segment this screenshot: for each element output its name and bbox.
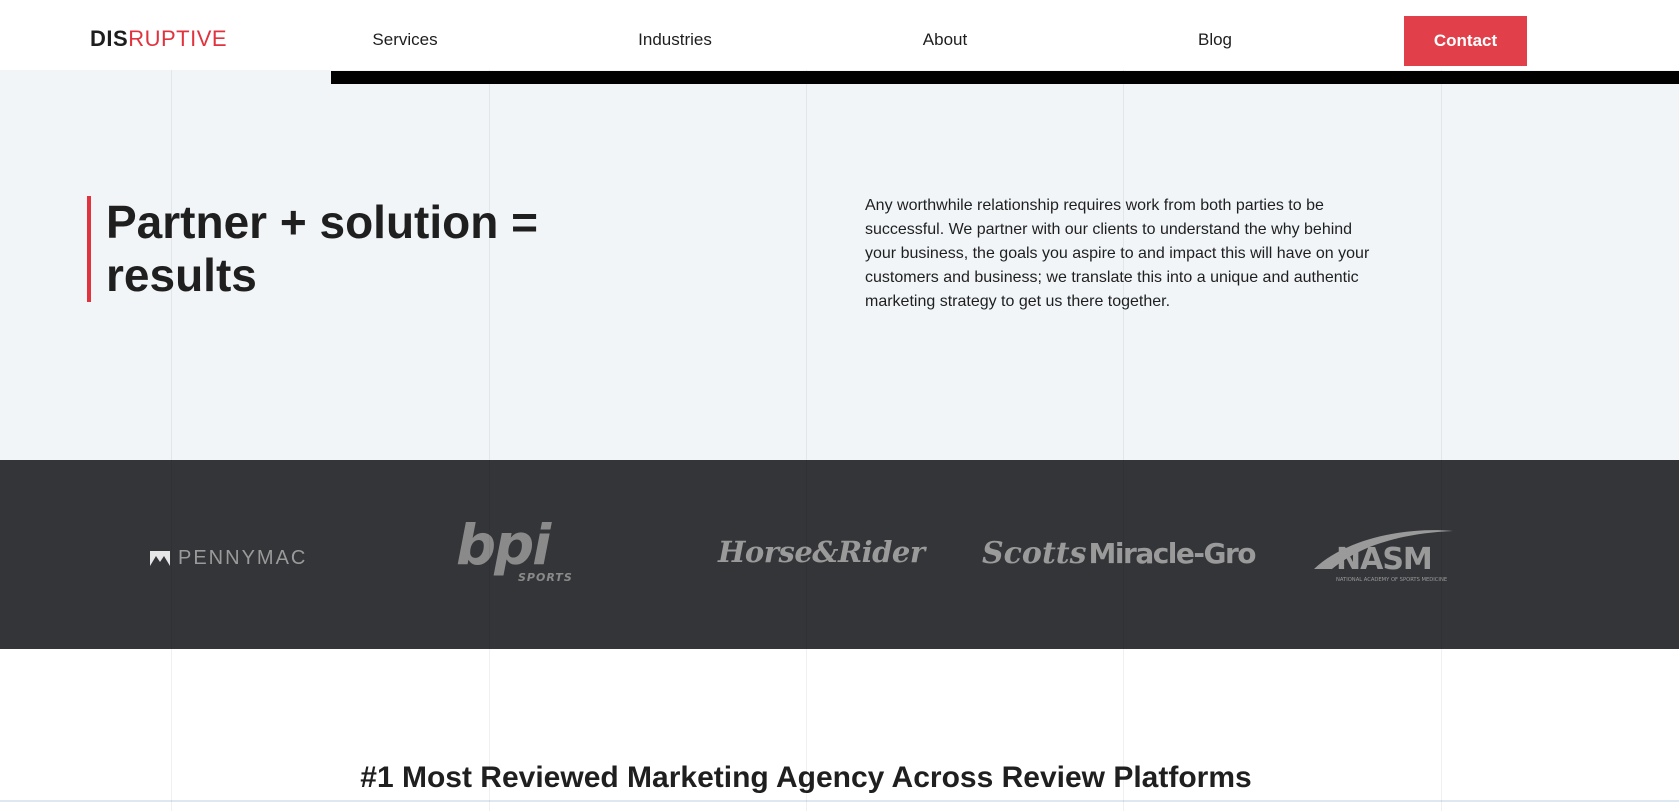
nasm-mark-icon: NASM NATIONAL ACADEMY OF SPORTS MEDICINE	[1314, 530, 1453, 583]
site-logo[interactable]: DIS RUPTIVE	[90, 26, 227, 52]
logo-text-dark: DIS	[90, 26, 129, 51]
nav-industries[interactable]: Industries	[638, 30, 712, 50]
nasm-text: NASM	[1336, 542, 1432, 577]
hero-heading-block: Partner + solution = results	[87, 196, 606, 302]
bpi-sports-logo: bpi SPORTS	[452, 522, 587, 584]
divider	[0, 800, 1679, 802]
bpi-sub-text: SPORTS	[518, 571, 573, 584]
nasm-logo: NASM NATIONAL ACADEMY OF SPORTS MEDICINE	[1308, 525, 1458, 589]
reviews-heading: #1 Most Reviewed Marketing Agency Across…	[360, 761, 1252, 794]
contact-button[interactable]: Contact	[1404, 16, 1527, 66]
nasm-sub-text: NATIONAL ACADEMY OF SPORTS MEDICINE	[1336, 577, 1447, 583]
logo-text-red: RUPTIVE	[128, 26, 228, 51]
hero-description: Any worthwhile relationship requires wor…	[865, 197, 1370, 310]
nav-blog[interactable]: Blog	[1198, 30, 1232, 50]
site-header: DIS RUPTIVE Services Industries About Blo…	[0, 0, 1679, 70]
pennymac-mark-icon	[150, 551, 170, 566]
bpi-sports-mark-icon: bpi SPORTS	[456, 522, 573, 584]
client-logos-band: PENNYMAC bpi SPORTS Horse&Rider Scotts Mi…	[0, 460, 1679, 649]
horse-rider-logo: Horse&Rider	[718, 535, 925, 569]
header-accent-bar	[331, 71, 1679, 84]
hero-heading: Partner + solution = results	[106, 196, 538, 301]
nav-about[interactable]: About	[923, 30, 967, 50]
pennymac-logo: PENNYMAC	[150, 547, 307, 570]
miracle-gro-text: Miracle-Gro	[1088, 537, 1257, 570]
nav-services[interactable]: Services	[372, 30, 437, 50]
hero-section: Partner + solution = results Any worthwh…	[0, 70, 1679, 460]
pennymac-text: PENNYMAC	[178, 547, 308, 569]
scotts-text: Scotts	[982, 536, 1087, 571]
scotts-miracle-gro-logo: Scotts Miracle-Gro	[982, 536, 1257, 571]
bpi-text: bpi	[456, 522, 552, 578]
